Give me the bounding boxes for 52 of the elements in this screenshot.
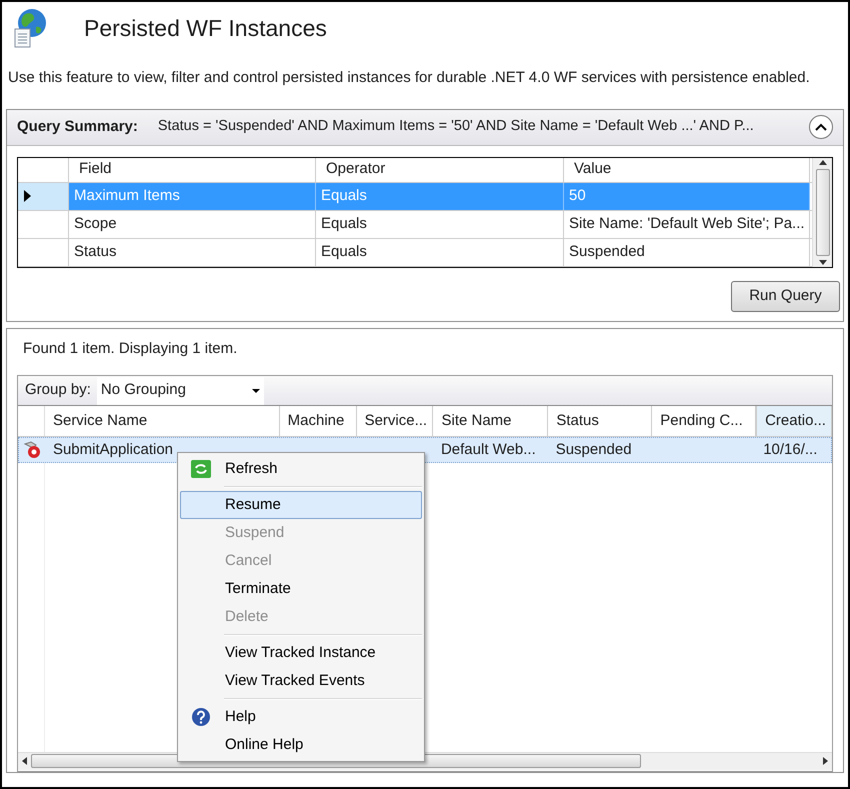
refresh-icon [191, 460, 211, 478]
table-row[interactable]: Status Equals Suspended [69, 238, 810, 266]
column-header[interactable]: Site Name [433, 406, 548, 436]
help-icon [191, 707, 211, 727]
table-cell-text: 10/16/... [763, 440, 818, 460]
table-cell-text: Default Web... [440, 440, 536, 460]
column-header[interactable]: Status [548, 406, 652, 436]
table-cell: Scope [69, 210, 316, 238]
group-by-value: No Grouping [100, 380, 186, 400]
group-by-label: Group by: [24, 380, 91, 400]
column-header[interactable]: Creatio... [756, 406, 832, 436]
globe-document-icon [12, 7, 48, 49]
collapse-button[interactable] [809, 115, 833, 139]
table-cell: 50 [564, 182, 810, 210]
table-cell: Equals [316, 182, 564, 210]
group-by-dropdown[interactable]: No Grouping [96, 376, 264, 404]
results-count-text: Found 1 item. Displaying 1 item. [22, 338, 238, 358]
column-header[interactable]: Service Name [44, 406, 280, 436]
query-summary-text: Status = 'Suspended' AND Maximum Items = '50' AND Site Name = 'Default Web ...' AND P... [158, 117, 754, 136]
scroll-down-arrow-icon [818, 260, 826, 264]
table-row[interactable]: Scope Equals Site Name: 'Default Web Site'; Pa... [69, 210, 810, 238]
run-query-button[interactable]: Run Query [731, 280, 840, 312]
query-summary-label: Query Summary: [17, 116, 138, 137]
caret-icon [252, 388, 260, 392]
table-cell-text: Suspended [556, 440, 632, 460]
column-header[interactable]: Machine [280, 406, 357, 436]
scroll-up-arrow-icon [818, 160, 826, 164]
scroll-left-arrow-icon [22, 757, 27, 765]
row-pointer-icon [24, 190, 31, 202]
table-cell: Maximum Items [69, 182, 316, 210]
table-cell: Site Name: 'Default Web Site'; Pa... [564, 210, 810, 238]
suspended-instance-icon [22, 441, 41, 459]
menu-item[interactable]: Terminate [180, 575, 422, 603]
menu-item[interactable]: Help [180, 703, 422, 731]
page-title: Persisted WF Instances [84, 14, 327, 43]
menu-item[interactable]: View Tracked Instance [180, 639, 422, 667]
menu-item[interactable]: Resume [180, 491, 422, 519]
column-header[interactable]: Field [69, 158, 316, 182]
menu-item[interactable]: Online Help [180, 731, 422, 759]
table-cell: Equals [316, 210, 564, 238]
table-cell: Suspended [564, 238, 810, 266]
table-cell: Status [69, 238, 316, 266]
column-header[interactable]: Service... [356, 406, 434, 436]
table-cell: Equals [316, 238, 564, 266]
table-cell-text: SubmitApplication [52, 440, 174, 460]
page-description: Use this feature to view, filter and control persisted instances for durable .NET 4.0 WF services with persistence enabled. [7, 68, 811, 88]
chevron-up-icon [815, 123, 827, 131]
menu-item[interactable]: View Tracked Events [180, 667, 422, 695]
vertical-scrollbar[interactable] [812, 158, 832, 266]
column-header[interactable]: Value [564, 158, 810, 182]
scroll-right-arrow-icon [823, 757, 828, 765]
column-header[interactable]: Operator [316, 158, 564, 182]
